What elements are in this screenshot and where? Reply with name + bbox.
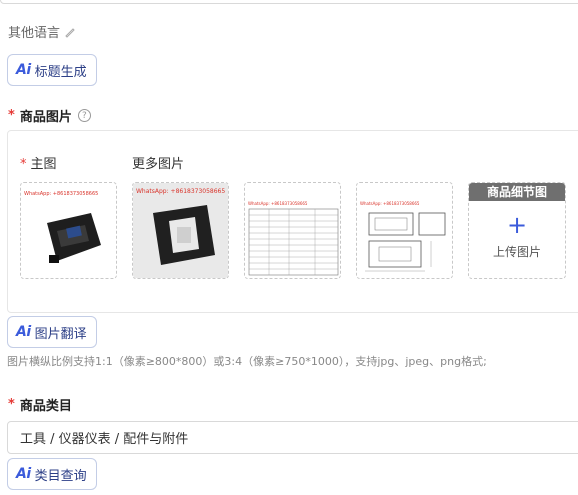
main-image-thumbnail[interactable]: WhatsApp: +8618373058665 bbox=[20, 182, 117, 279]
detail-image-header: 商品细节图 bbox=[469, 183, 565, 201]
more-image-thumbnail[interactable]: WhatsApp: +8618373058665 bbox=[356, 182, 453, 279]
thumb-watermark: WhatsApp: +8618373058665 bbox=[360, 201, 420, 206]
thumb-watermark: WhatsApp: +8618373058665 bbox=[136, 188, 225, 195]
spec-sheet-icon: WhatsApp: +8618373058665 bbox=[245, 183, 340, 278]
ai-image-translate-button[interactable]: Ai 图片翻译 bbox=[7, 316, 97, 348]
more-images-label: 更多图片 bbox=[132, 157, 185, 172]
product-images-title: 商品图片 bbox=[19, 110, 72, 125]
main-image-label: * 主图 bbox=[20, 157, 57, 172]
thumb-watermark: WhatsApp: +8618373058665 bbox=[248, 201, 308, 206]
product-category-input[interactable]: 工具 / 仪器仪表 / 配件与附件 bbox=[7, 421, 578, 454]
ai-image-translate-label: 图片翻译 bbox=[34, 326, 87, 342]
product-photo-icon: WhatsApp: +8618373058665 bbox=[133, 183, 228, 278]
question-circle-icon[interactable]: ? bbox=[77, 109, 91, 122]
required-mark: * bbox=[8, 397, 15, 412]
ai-category-query-button[interactable]: Ai 类目查询 bbox=[7, 458, 97, 490]
previous-input-field[interactable] bbox=[0, 0, 578, 4]
technical-drawing-icon: WhatsApp: +8618373058665 bbox=[357, 183, 452, 278]
other-language-label: 其他语言 bbox=[8, 26, 61, 41]
product-category-title: 商品类目 bbox=[19, 399, 72, 414]
ai-icon: Ai bbox=[16, 62, 31, 78]
required-mark: * bbox=[8, 108, 15, 123]
product-photo-icon: WhatsApp: +8618373058665 bbox=[21, 183, 116, 278]
ai-category-query-label: 类目查询 bbox=[34, 468, 87, 484]
plus-icon: + bbox=[506, 211, 528, 239]
product-category-label: * 商品类目 bbox=[8, 395, 72, 414]
image-format-hint: 图片横纵比例支持1:1（像素≥800*800）或3:4（像素≥750*1000）… bbox=[7, 355, 487, 368]
edit-pencil-icon bbox=[65, 27, 75, 38]
more-image-thumbnail[interactable]: WhatsApp: +8618373058665 bbox=[244, 182, 341, 279]
thumb-watermark: WhatsApp: +8618373058665 bbox=[24, 191, 98, 197]
required-mark: * bbox=[20, 157, 27, 172]
product-images-label: * 商品图片 ? bbox=[8, 106, 91, 125]
more-image-thumbnail[interactable]: WhatsApp: +8618373058665 bbox=[132, 182, 229, 279]
other-language-toggle[interactable]: 其他语言 bbox=[8, 22, 76, 41]
upload-image-label: 上传图片 bbox=[492, 245, 541, 259]
ai-title-generate-label: 标题生成 bbox=[34, 64, 87, 80]
ai-icon: Ai bbox=[16, 466, 31, 482]
ai-title-generate-button[interactable]: Ai 标题生成 bbox=[7, 54, 97, 86]
product-images-panel: * 主图 更多图片 WhatsApp: +8618373058665 WhatsA… bbox=[7, 130, 578, 313]
ai-icon: Ai bbox=[16, 324, 31, 340]
product-category-value: 工具 / 仪器仪表 / 配件与附件 bbox=[20, 432, 189, 447]
detail-image-upload-slot[interactable]: 商品细节图 + 上传图片 bbox=[468, 182, 566, 279]
